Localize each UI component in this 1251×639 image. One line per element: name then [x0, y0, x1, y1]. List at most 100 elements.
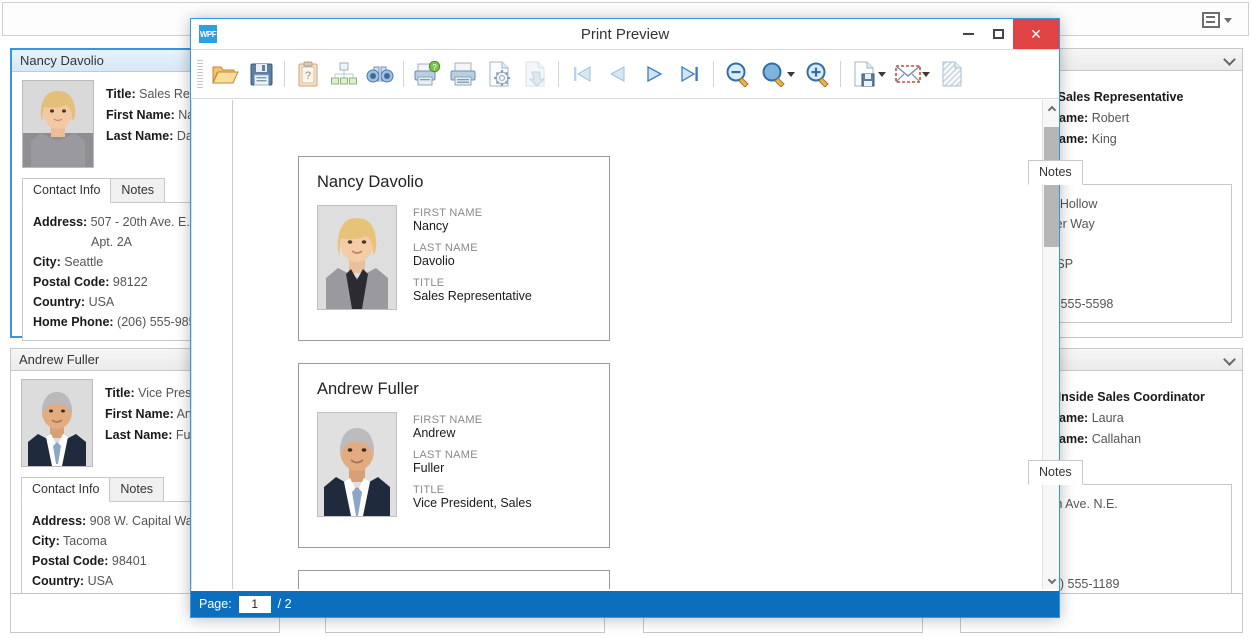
- chevron-down-icon[interactable]: [1223, 353, 1236, 366]
- previous-page-button[interactable]: [600, 53, 636, 95]
- printer-icon: [450, 62, 476, 86]
- field-label: : Sales Representative: [1050, 90, 1184, 104]
- zoom-out-button[interactable]: [719, 53, 755, 95]
- minimize-icon: [962, 33, 974, 35]
- close-button[interactable]: ✕: [1013, 19, 1059, 49]
- scrollbar-thumb[interactable]: [1044, 127, 1059, 247]
- last-name-value: Davolio: [413, 254, 455, 268]
- minimize-button[interactable]: [953, 19, 983, 49]
- panel-tabs: Notes: [1028, 160, 1232, 185]
- clipboard-question-icon: ?: [298, 61, 318, 87]
- page-total-label: / 2: [277, 597, 292, 611]
- toolbar-separator: [713, 61, 714, 87]
- detail-label: Home Phone:: [33, 315, 114, 329]
- field-value: Laura: [1091, 411, 1124, 425]
- chevron-down-icon: [1224, 17, 1232, 23]
- tab-notes[interactable]: Notes: [109, 477, 165, 502]
- detail-value: Apt. 2A: [91, 235, 132, 249]
- detail-label: Country:: [32, 574, 85, 588]
- zoom-out-icon: [726, 62, 749, 87]
- window-controls: ✕: [953, 19, 1059, 49]
- toolbar-separator: [840, 61, 841, 87]
- search-button[interactable]: [362, 53, 398, 95]
- first-name-value: Andrew: [413, 426, 456, 440]
- panel-header-label: Nancy Davolio: [20, 53, 104, 68]
- zoom-in-button[interactable]: [799, 53, 835, 95]
- chevron-up-icon: [1047, 105, 1056, 114]
- field-label: Title:: [106, 87, 136, 101]
- list-icon: [1202, 12, 1220, 28]
- export-dropdown-icon[interactable]: [878, 71, 886, 77]
- preview-status-bar: Page: 1 / 2: [191, 591, 1059, 617]
- print-preview-dialog: WPF Print Preview ✕ ? ? Nancy Davolio FI…: [190, 18, 1060, 618]
- page-number-input[interactable]: 1: [238, 595, 271, 613]
- watermark-button[interactable]: [934, 53, 970, 95]
- header-footer-button[interactable]: [517, 53, 553, 95]
- chevron-down-icon[interactable]: [1223, 53, 1236, 66]
- page-arrow-icon: [525, 61, 545, 87]
- last-name-label: LAST NAME: [413, 242, 478, 254]
- previous-page-icon: [609, 66, 625, 82]
- folder-open-icon: [212, 66, 239, 84]
- preview-card-grid: Nancy Davolio FIRST NAME Nancy LAST NAME…: [233, 100, 933, 589]
- detail-label: City:: [32, 534, 60, 548]
- tab-contact-info[interactable]: Contact Info: [21, 477, 111, 502]
- detail-label: City:: [33, 255, 61, 269]
- resize-grip[interactable]: [1047, 579, 1057, 589]
- svg-text:?: ?: [432, 63, 437, 72]
- tab-notes[interactable]: Notes: [110, 178, 166, 203]
- preview-page: Nancy Davolio FIRST NAME Nancy LAST NAME…: [232, 100, 1037, 589]
- toolbar-drag-handle[interactable]: [197, 60, 203, 88]
- maximize-button[interactable]: [983, 19, 1013, 49]
- title-value: Sales Representative: [413, 289, 532, 303]
- detail-label: Address:: [32, 514, 87, 528]
- zoom-dropdown-icon[interactable]: [787, 71, 795, 77]
- detail-value: USA: [87, 574, 114, 588]
- field-label: First Name:: [105, 407, 174, 421]
- scroll-up-button[interactable]: [1043, 100, 1060, 117]
- last-page-button[interactable]: [672, 53, 708, 95]
- save-button[interactable]: [243, 53, 279, 95]
- svg-text:?: ?: [305, 70, 311, 82]
- first-name-value: Nancy: [413, 219, 449, 233]
- detail-label: Postal Code:: [33, 275, 110, 289]
- detail-value: Seattle: [64, 255, 104, 269]
- card-title: Janet Leverling: [317, 587, 591, 589]
- zoom-button[interactable]: [755, 53, 791, 95]
- tab-contact-info[interactable]: Contact Info: [22, 178, 112, 203]
- andrew-fuller-photo: [21, 379, 93, 467]
- print-button[interactable]: ?: [409, 53, 445, 95]
- parameters-button[interactable]: [326, 53, 362, 95]
- next-page-icon: [647, 65, 663, 83]
- last-name-label: LAST NAME: [413, 449, 478, 461]
- first-page-button[interactable]: [564, 53, 600, 95]
- field-value: King: [1091, 132, 1117, 146]
- printer-help-icon: ?: [414, 61, 441, 86]
- email-dropdown-icon[interactable]: [922, 71, 930, 77]
- tab-notes[interactable]: Notes: [1028, 160, 1083, 185]
- card-title: Nancy Davolio: [317, 173, 424, 191]
- tab-notes[interactable]: Notes: [1028, 460, 1083, 485]
- export-document-button[interactable]: [846, 53, 882, 95]
- first-page-icon: [574, 66, 591, 82]
- preview-viewport[interactable]: Nancy Davolio FIRST NAME Nancy LAST NAME…: [191, 100, 1042, 589]
- field-label: Last Name:: [106, 129, 174, 143]
- preview-card: Andrew Fuller FIRST NAME Andrew LAST NAM…: [298, 363, 610, 548]
- dialog-title: Print Preview: [580, 25, 670, 43]
- send-via-email-button[interactable]: [890, 53, 926, 95]
- quick-print-button[interactable]: [445, 53, 481, 95]
- detail-value: Tacoma: [63, 534, 107, 548]
- last-name-value: Fuller: [413, 461, 445, 475]
- open-button[interactable]: [207, 53, 243, 95]
- next-page-button[interactable]: [636, 53, 672, 95]
- app-menu-button[interactable]: [1202, 10, 1236, 30]
- dialog-title-bar[interactable]: WPF Print Preview ✕: [191, 19, 1059, 49]
- page-setup-button[interactable]: [481, 53, 517, 95]
- detail-label: Address:: [33, 215, 88, 229]
- preview-content: Nancy Davolio FIRST NAME Nancy LAST NAME…: [191, 100, 1059, 589]
- print-preview-toolbar: ? ?: [191, 49, 1059, 99]
- preview-card: Janet Leverling: [298, 570, 610, 589]
- document-map-button[interactable]: ?: [290, 53, 326, 95]
- page-gear-icon: [489, 61, 510, 87]
- detail-value: USA: [88, 295, 115, 309]
